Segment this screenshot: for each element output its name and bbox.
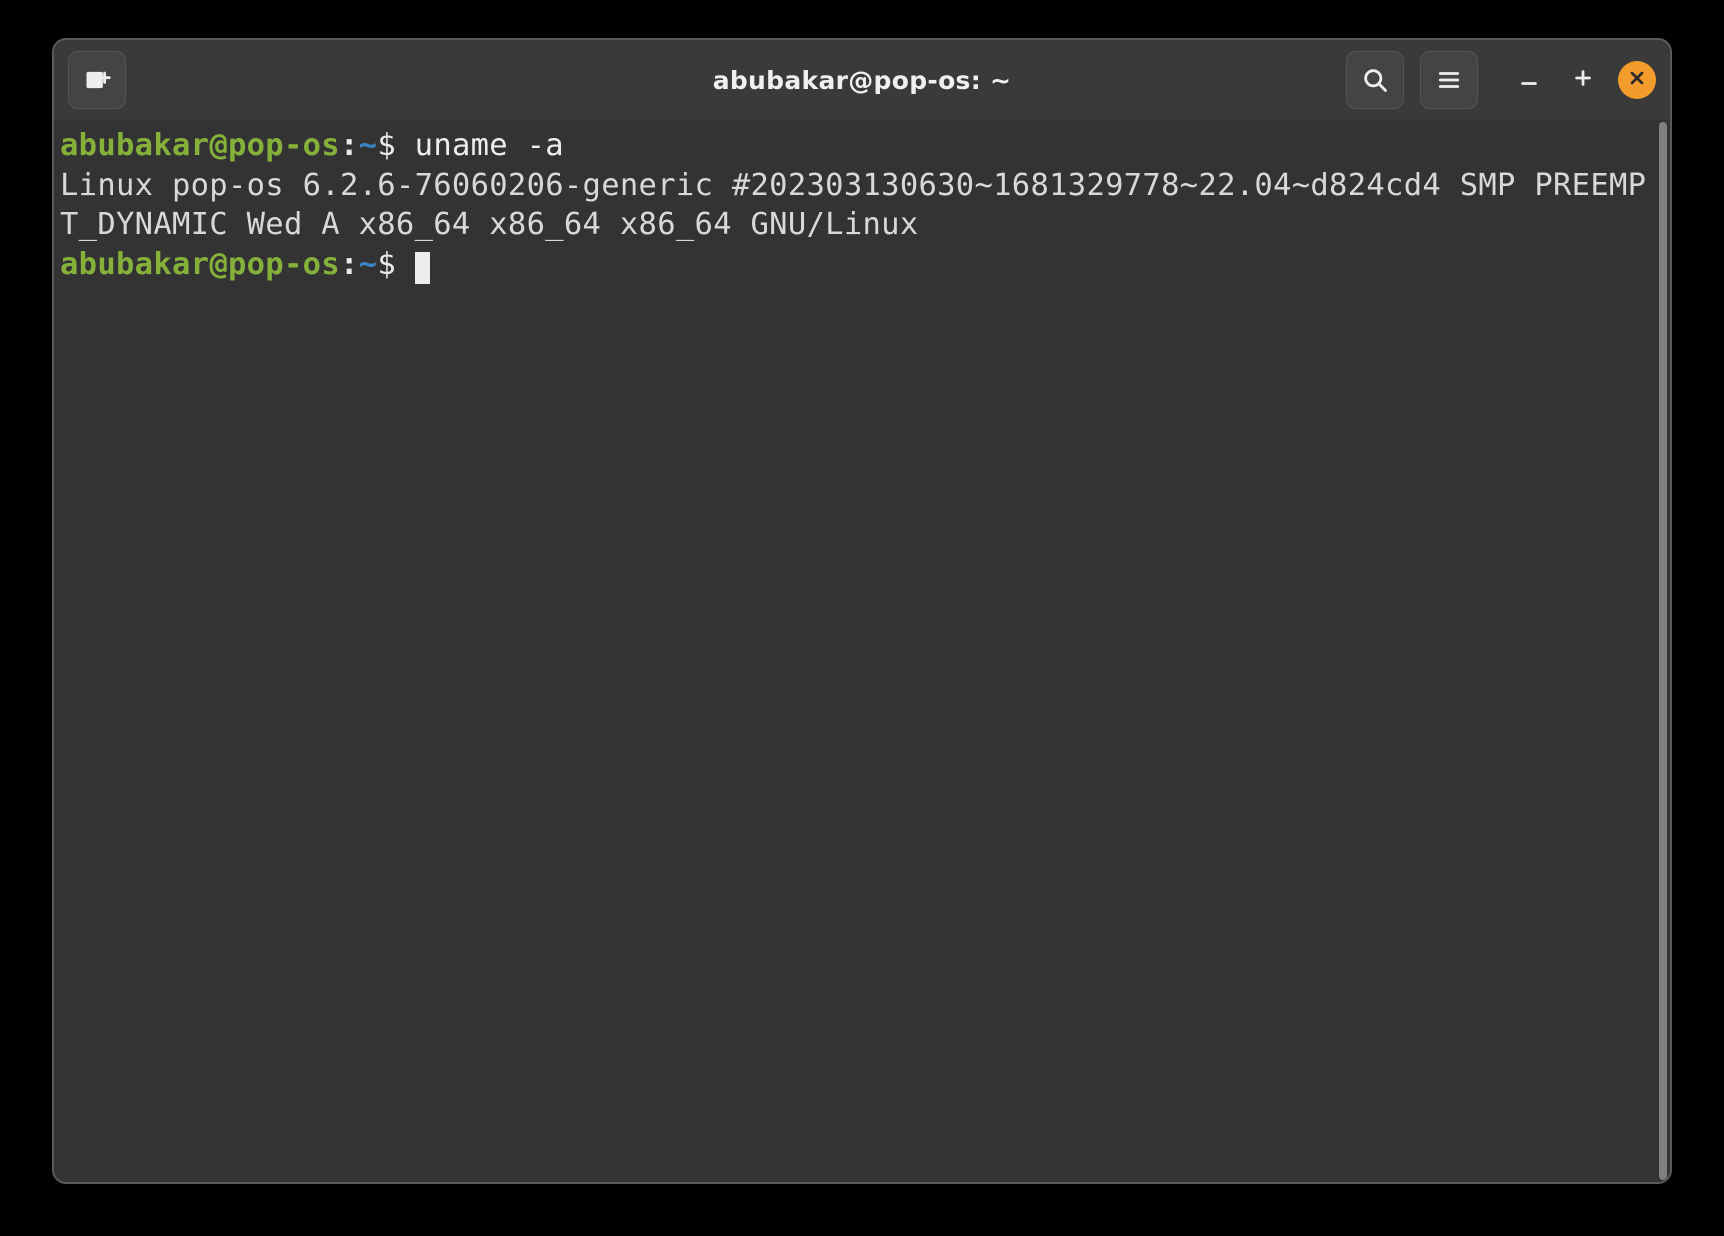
search-button[interactable] (1346, 51, 1404, 109)
prompt-line-2: abubakar@pop-os:~$ (60, 247, 430, 282)
cursor (415, 252, 430, 284)
minimize-icon (1518, 67, 1540, 93)
search-icon (1361, 66, 1389, 94)
titlebar: abubakar@pop-os: ~ (54, 40, 1670, 120)
scrollbar[interactable] (1656, 120, 1670, 1182)
prompt-at: @ (209, 247, 228, 282)
prompt-sigil: $ (377, 247, 396, 282)
plus-icon (1572, 67, 1594, 93)
hamburger-icon (1436, 67, 1462, 93)
terminal-window: abubakar@pop-os: ~ (52, 38, 1672, 1184)
new-tab-button[interactable] (68, 51, 126, 109)
scrollbar-thumb[interactable] (1659, 122, 1667, 1180)
prompt-user: abubakar (60, 247, 209, 282)
prompt-host: pop-os (228, 247, 340, 282)
new-tab-icon (83, 66, 111, 94)
close-icon (1627, 68, 1647, 92)
prompt-colon: : (340, 128, 359, 163)
prompt-sigil: $ (377, 128, 396, 163)
menu-button[interactable] (1420, 51, 1478, 109)
close-button[interactable] (1618, 61, 1656, 99)
prompt-user: abubakar (60, 128, 209, 163)
command-output: Linux pop-os 6.2.6-76060206-generic #202… (60, 168, 1646, 243)
prompt-colon: : (340, 247, 359, 282)
terminal-viewport[interactable]: abubakar@pop-os:~$ uname -a Linux pop-os… (54, 120, 1656, 1182)
minimize-button[interactable] (1510, 61, 1548, 99)
maximize-button[interactable] (1564, 61, 1602, 99)
command-text: uname -a (415, 128, 564, 163)
prompt-cwd: ~ (359, 128, 378, 163)
terminal-body: abubakar@pop-os:~$ uname -a Linux pop-os… (54, 120, 1670, 1182)
prompt-at: @ (209, 128, 228, 163)
prompt-line-1: abubakar@pop-os:~$ uname -a (60, 128, 564, 163)
titlebar-right-cluster (1346, 51, 1656, 109)
prompt-cwd: ~ (359, 247, 378, 282)
prompt-host: pop-os (228, 128, 340, 163)
